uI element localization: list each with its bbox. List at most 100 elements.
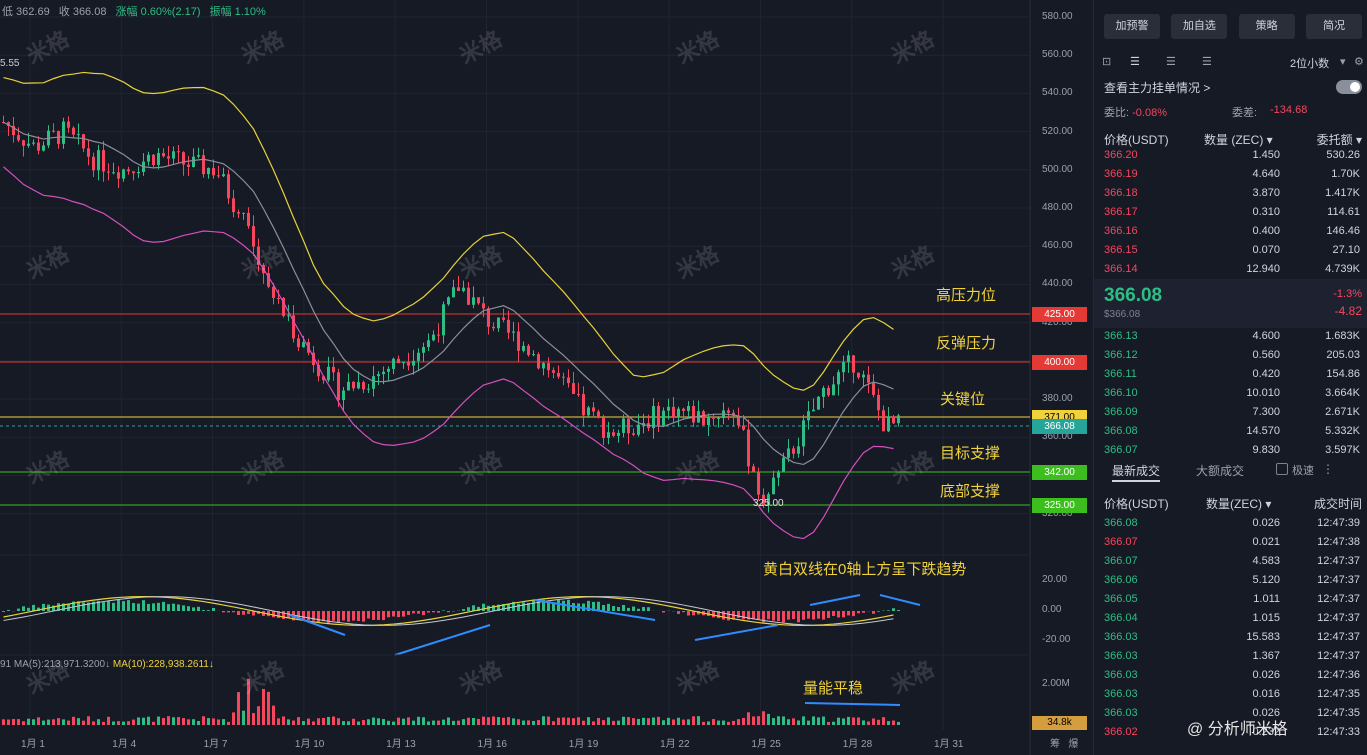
candle-body — [182, 152, 185, 165]
ask-row[interactable]: 366.16 0.400 146.46 — [1104, 223, 1362, 242]
col-amount[interactable]: 委托额 ▾ — [1317, 131, 1362, 148]
trade-qty: 1.011 — [1253, 593, 1280, 605]
macd-bar — [607, 603, 610, 611]
candle-body — [522, 345, 525, 351]
fast-checkbox[interactable] — [1276, 463, 1288, 475]
more-icon[interactable]: ⋮ — [1322, 462, 1334, 476]
volume-bar — [772, 718, 775, 725]
macd-bar — [442, 610, 445, 611]
volume-tag: 34.8k — [1032, 716, 1087, 730]
volume-bar — [622, 716, 625, 725]
main-force-link[interactable]: 查看主力挂单情况 > — [1104, 79, 1362, 96]
layout-asks-icon[interactable]: ☰ — [1130, 55, 1140, 68]
chart-area[interactable]: 低 362.69 收 366.08 涨幅 0.60%(2.17) 振幅 1.10… — [0, 0, 1140, 755]
layout-bids-icon[interactable]: ☰ — [1166, 55, 1176, 68]
ask-qty: 1.450 — [1252, 149, 1280, 161]
layout-both-icon[interactable]: ⊡ — [1102, 55, 1111, 68]
bid-row[interactable]: 366.12 0.560 205.03 — [1104, 347, 1362, 366]
bid-row[interactable]: 366.11 0.420 154.86 — [1104, 366, 1362, 385]
volume-bar — [747, 712, 750, 725]
candle-body — [782, 457, 785, 472]
macd-bar — [372, 611, 375, 620]
volume-bar — [832, 721, 835, 725]
chevron-down-icon[interactable]: ▾ — [1340, 55, 1346, 68]
candle-body — [447, 297, 450, 305]
volume-bar — [197, 720, 200, 725]
candle-body — [742, 425, 745, 430]
burst-icon[interactable]: 爆 — [1068, 739, 1078, 750]
candle-body — [572, 383, 575, 394]
macd-bar — [202, 610, 205, 611]
overview-button[interactable]: 简况 — [1305, 14, 1362, 39]
strategy-button[interactable]: 策略 — [1238, 14, 1295, 39]
ask-row[interactable]: 366.19 4.640 1.70K — [1104, 166, 1362, 185]
macd-bar — [772, 611, 775, 621]
candle-body — [462, 287, 465, 292]
macd-bar — [892, 608, 895, 611]
order-panel: 加预警 加自选 策略 简况 ⊡ ☰ ☰ ☰ 2位小数 ▾ ⚙ 查看主力挂单情况 … — [1093, 0, 1367, 755]
volume-bar — [42, 720, 45, 725]
volume-bar — [647, 718, 650, 725]
macd-bar — [727, 611, 730, 621]
gear-icon[interactable]: ⚙ — [1354, 55, 1364, 68]
low-value: 低 362.69 — [2, 6, 50, 18]
chip-icon[interactable]: 筹 — [1050, 739, 1060, 750]
bid-row[interactable]: 366.10 10.010 3.664K — [1104, 385, 1362, 404]
bid-qty: 0.560 — [1252, 349, 1280, 361]
level-tag: 342.00 — [1032, 465, 1087, 480]
trade-col-qty[interactable]: 数量(ZEC) ▾ — [1206, 495, 1271, 512]
candlestick-chart[interactable] — [0, 0, 1092, 755]
candle-body — [752, 466, 755, 472]
add-watchlist-button[interactable]: 加自选 — [1171, 14, 1228, 39]
candle-body — [232, 198, 235, 213]
ask-row[interactable]: 366.20 1.450 530.26 — [1104, 147, 1362, 166]
bid-row[interactable]: 366.13 4.600 1.683K — [1104, 328, 1362, 347]
volume-bar — [392, 721, 395, 725]
volume-bar — [257, 706, 260, 725]
volume-bar — [47, 719, 50, 725]
ask-row[interactable]: 366.18 3.870 1.417K — [1104, 185, 1362, 204]
layout-depth-icon[interactable]: ☰ — [1202, 55, 1212, 68]
ask-row[interactable]: 366.14 12.940 4.739K — [1104, 261, 1362, 280]
main-force-toggle[interactable] — [1336, 80, 1362, 94]
macd-bar — [222, 611, 225, 613]
ask-row[interactable]: 366.17 0.310 114.61 — [1104, 204, 1362, 223]
macd-bar — [812, 611, 815, 620]
bid-row[interactable]: 366.08 14.570 5.332K — [1104, 423, 1362, 442]
volume-bar — [672, 719, 675, 725]
candle-body — [687, 405, 690, 411]
volume-bar — [427, 721, 430, 725]
volume-bar — [482, 716, 485, 725]
volume-axis-label: 2.00M — [1042, 678, 1070, 689]
tab-large-trades[interactable]: 大额成交 — [1196, 462, 1244, 479]
candle-body — [287, 315, 290, 317]
ask-amount: 1.417K — [1325, 187, 1360, 199]
trade-row: 366.03 0.016 12:47:35 — [1104, 686, 1362, 705]
add-alert-button[interactable]: 加预警 — [1104, 14, 1160, 39]
col-qty[interactable]: 数量 (ZEC) ▾ — [1204, 131, 1273, 148]
macd-bar — [602, 604, 605, 611]
macd-bar — [32, 604, 35, 611]
candle-body — [552, 370, 555, 373]
macd-bar — [272, 611, 275, 618]
tab-latest-trades[interactable]: 最新成交 — [1112, 462, 1160, 479]
trade-price: 366.07 — [1104, 555, 1138, 567]
macd-bar — [822, 611, 825, 620]
macd-bar — [147, 603, 150, 611]
macd-bar — [382, 611, 385, 621]
ask-row[interactable]: 366.15 0.070 27.10 — [1104, 242, 1362, 261]
last-price-usd: $366.08 — [1104, 309, 1141, 320]
decimals-select[interactable]: 2位小数 — [1290, 55, 1329, 71]
macd-bar — [722, 611, 725, 620]
macd-bar — [612, 606, 615, 611]
trade-qty: 1.015 — [1252, 612, 1280, 624]
bid-row[interactable]: 366.09 7.300 2.671K — [1104, 404, 1362, 423]
bid-row[interactable]: 366.07 9.830 3.597K — [1104, 442, 1362, 461]
level-tag: 425.00 — [1032, 307, 1087, 322]
trade-row: 366.03 0.026 12:47:36 — [1104, 667, 1362, 686]
candle-body — [892, 416, 895, 424]
volume-bar — [787, 719, 790, 725]
volume-bar — [222, 719, 225, 725]
macd-bar — [802, 611, 805, 620]
trend-arrow — [804, 702, 901, 706]
